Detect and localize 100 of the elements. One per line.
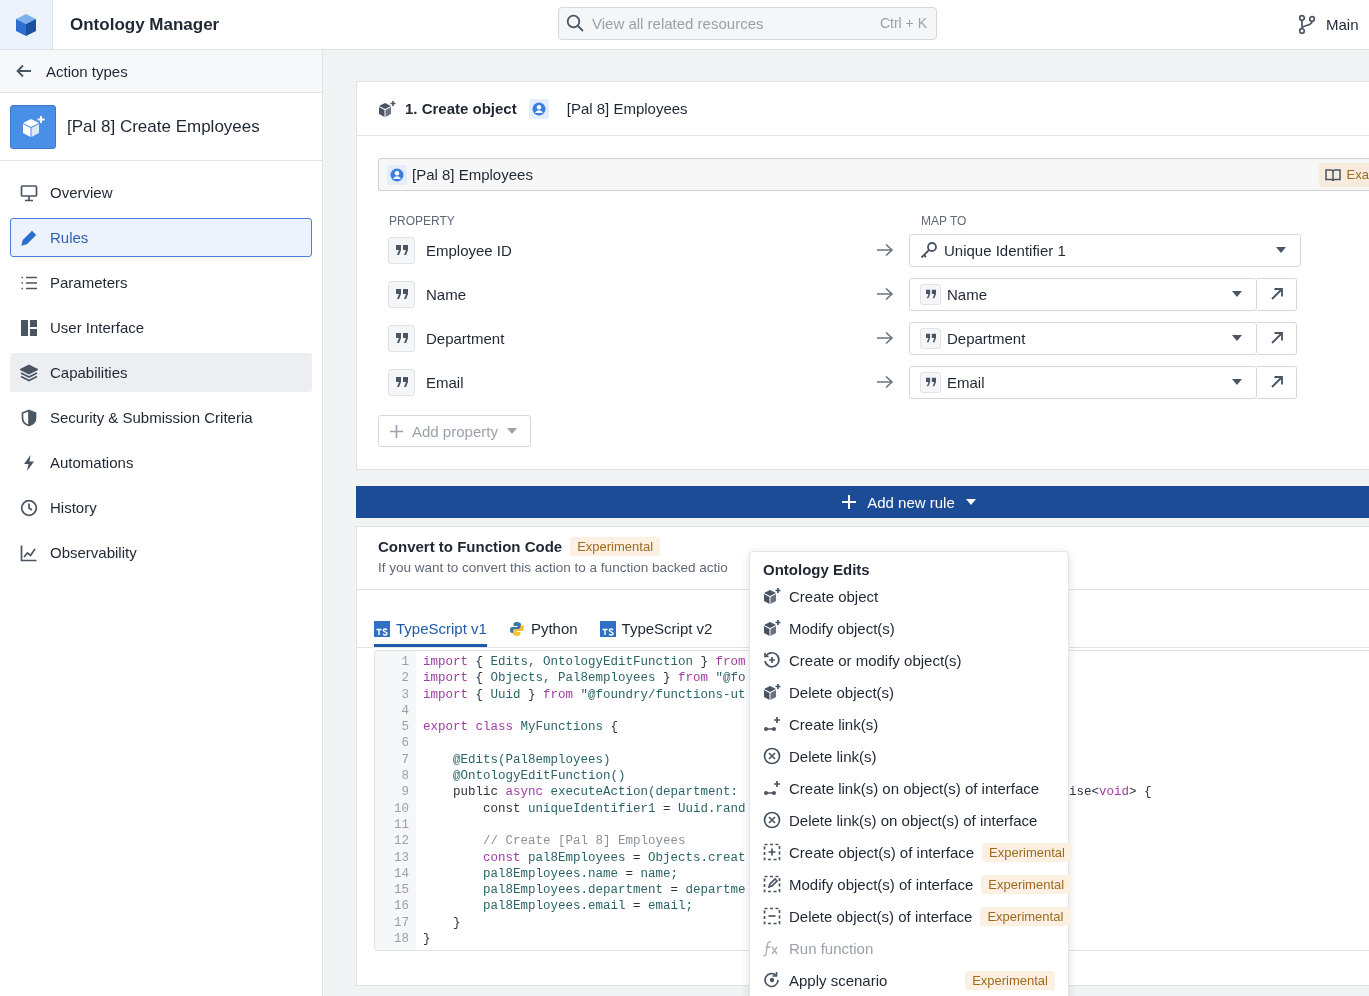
language-tab[interactable]: Python xyxy=(508,613,578,647)
search-icon xyxy=(566,14,584,32)
arrow-up-right-icon xyxy=(1269,375,1284,389)
code-line: ise<void> { xyxy=(1069,784,1152,801)
plus-icon xyxy=(390,424,403,438)
line-number: 8 xyxy=(400,768,409,785)
line-number: 12 xyxy=(393,833,409,850)
menu-item[interactable]: Create link(s) on object(s) of interface xyxy=(763,772,1068,804)
code-line: @OntologyEditFunction() xyxy=(452,769,626,784)
shortcut-hint: Ctrl + K xyxy=(879,15,927,31)
column-header: PROPERTY xyxy=(389,214,456,228)
cube-icon xyxy=(378,99,396,118)
person-icon xyxy=(528,98,549,119)
language-tab[interactable]: TypeScript v2 xyxy=(599,613,713,647)
mapping-select[interactable]: Unique Identifier 1 xyxy=(909,233,1301,267)
chart-icon xyxy=(20,543,38,562)
property-name: Employee ID xyxy=(426,241,513,259)
code-line: public async executeAction(department: xyxy=(452,785,739,800)
object-name: [Pal 8] Employees xyxy=(566,100,688,117)
code-line: } xyxy=(423,932,431,947)
book-icon xyxy=(1324,167,1341,182)
nav-item[interactable]: Parameters xyxy=(10,263,312,302)
action-title: [Pal 8] Create Employees xyxy=(67,116,260,137)
line-number: 13 xyxy=(393,849,409,866)
quote-icon xyxy=(920,283,941,305)
language-tab[interactable]: TypeScript v1 xyxy=(374,613,487,647)
nav-item[interactable]: Automations xyxy=(10,443,312,482)
mapping-select[interactable]: Email xyxy=(909,365,1257,399)
nav-item[interactable]: Rules xyxy=(10,218,312,257)
arrow-up-right-icon xyxy=(1269,331,1284,345)
rule-title: 1. Create object xyxy=(405,100,517,117)
open-link-button[interactable] xyxy=(1257,365,1297,399)
mapping-select[interactable]: Name xyxy=(909,277,1257,311)
menu-item[interactable]: Create link(s) xyxy=(763,708,1068,740)
quote-icon xyxy=(388,236,415,264)
line-number: 9 xyxy=(400,784,409,801)
typescript-icon xyxy=(374,620,390,637)
menu-item[interactable]: Modify object(s) xyxy=(763,612,1068,644)
caret-icon xyxy=(506,428,517,434)
dashed-square-icon xyxy=(763,907,781,925)
code-line: pal8Employees.name = name; xyxy=(482,866,679,881)
nav-item[interactable]: Overview xyxy=(10,173,312,212)
property-name: Name xyxy=(426,285,467,303)
nav-item[interactable]: Observability xyxy=(10,533,312,572)
python-icon xyxy=(508,620,525,637)
code-line: import { Uuid } from "@foundry/functions-ut xyxy=(423,687,746,702)
menu-item[interactable]: Delete link(s) on object(s) of interface xyxy=(763,804,1068,836)
cube-icon xyxy=(10,104,56,149)
function-icon xyxy=(763,939,781,957)
arrow-icon xyxy=(876,287,894,301)
object-field[interactable]: [Pal 8] Employees Exa xyxy=(378,158,1369,191)
link-icon xyxy=(763,779,781,797)
line-number: 1 xyxy=(400,654,409,671)
menu-item[interactable]: Delete object(s) of interface Experimental xyxy=(763,900,1068,932)
line-number: 4 xyxy=(400,702,409,720)
line-number: 2 xyxy=(400,670,409,687)
examples-button[interactable]: Exa xyxy=(1318,162,1369,187)
menu-heading: Ontology Edits xyxy=(763,561,871,578)
nav-item[interactable]: Security & Submission Criteria xyxy=(10,398,312,437)
quote-icon xyxy=(920,327,941,349)
code-line: @Edits(Pal8employees) xyxy=(452,752,611,767)
code-line: const pal8Employees = Objects.creat xyxy=(482,850,746,865)
cube-icon xyxy=(763,619,781,637)
menu-item[interactable]: Apply scenario Experimental xyxy=(763,964,1068,996)
experimental-badge: Experimental xyxy=(982,842,1072,862)
close-circle-icon xyxy=(763,747,781,765)
quote-icon xyxy=(920,371,941,393)
caret-icon xyxy=(1232,379,1242,385)
code-line: export class MyFunctions { xyxy=(423,720,619,735)
caret-icon xyxy=(1276,247,1286,253)
pencil-icon xyxy=(20,228,38,247)
clock-icon xyxy=(20,498,38,517)
circle-plus-icon xyxy=(763,651,781,669)
menu-item[interactable]: Create or modify object(s) xyxy=(763,644,1068,676)
open-link-button[interactable] xyxy=(1257,277,1297,311)
mapping-select[interactable]: Department xyxy=(909,321,1257,355)
nav-item[interactable]: User Interface xyxy=(10,308,312,347)
logo-icon[interactable] xyxy=(0,0,53,49)
code-line: import { Objects, Pal8employees } from "@fo xyxy=(423,671,746,686)
back-link[interactable]: Action types xyxy=(0,50,322,93)
refresh-icon xyxy=(763,971,781,989)
back-arrow-icon xyxy=(16,64,32,78)
dashed-square-icon xyxy=(763,843,781,861)
branch-icon[interactable] xyxy=(1298,14,1316,34)
app-title: Ontology Manager xyxy=(70,14,220,35)
code-line: } xyxy=(452,915,461,930)
menu-item[interactable]: Delete link(s) xyxy=(763,740,1068,772)
branch-name[interactable]: Main xyxy=(1326,15,1359,33)
open-link-button[interactable] xyxy=(1257,321,1297,355)
property-name: Email xyxy=(426,373,465,391)
line-number: 5 xyxy=(400,719,409,736)
shield-icon xyxy=(20,408,38,427)
line-number: 15 xyxy=(393,882,409,899)
add-rule-button[interactable]: Add new rule xyxy=(356,486,1369,518)
code-line: pal8Employees.email = email; xyxy=(482,899,694,914)
nav-item[interactable]: Capabilities xyxy=(10,353,312,392)
quote-icon xyxy=(388,280,415,308)
menu-item[interactable]: Delete object(s) xyxy=(763,676,1068,708)
nav-item[interactable]: History xyxy=(10,488,312,527)
menu-item[interactable]: Create object xyxy=(763,580,1068,612)
